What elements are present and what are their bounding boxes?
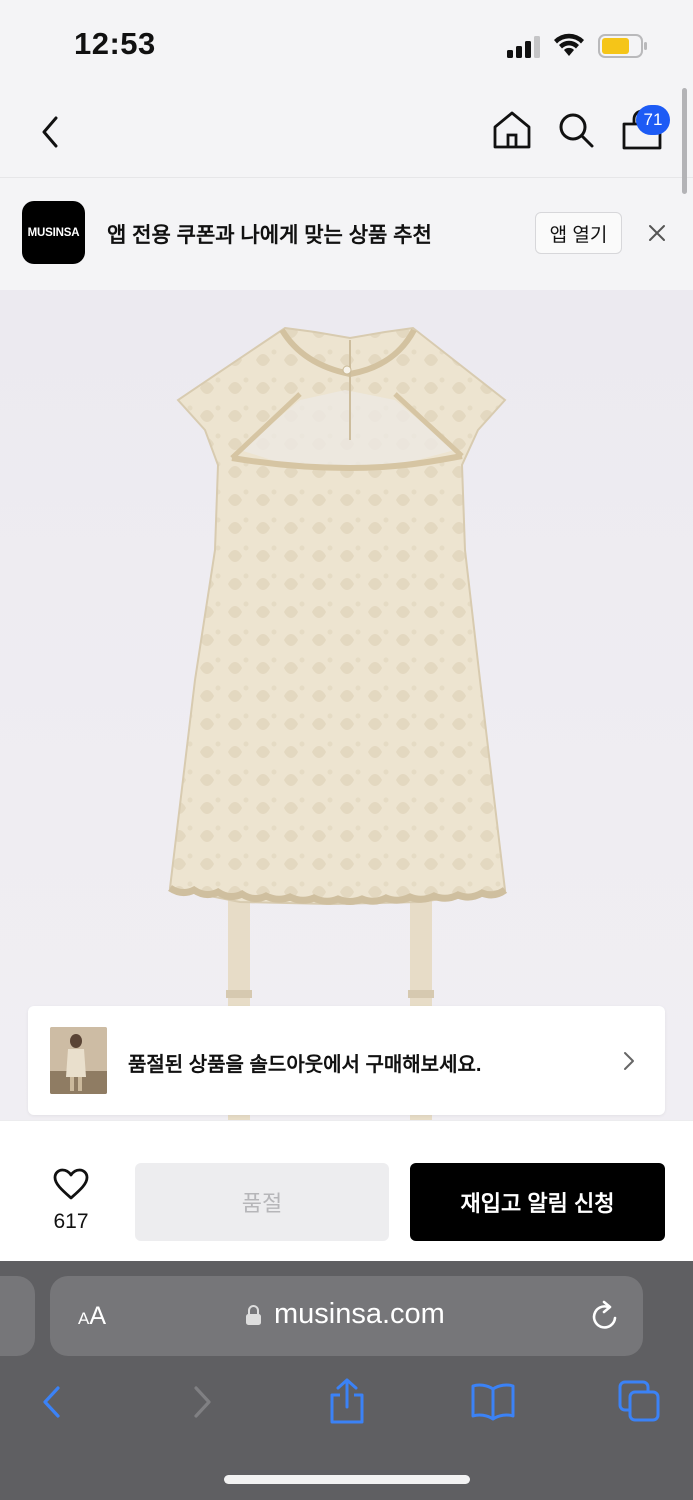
status-time: 12:53	[74, 26, 156, 61]
address-bar[interactable]: AA musinsa.com	[50, 1276, 643, 1356]
home-icon[interactable]	[491, 109, 533, 151]
battery-icon	[598, 34, 647, 58]
home-indicator	[224, 1475, 470, 1484]
model-thumbnail-icon	[50, 1027, 107, 1094]
soldout-button: 품절	[135, 1163, 389, 1241]
browser-back-icon[interactable]	[38, 1382, 66, 1422]
cart-badge: 71	[636, 105, 670, 135]
browser-toolbar: AA musinsa.com	[0, 1261, 693, 1500]
dress-illustration	[168, 326, 508, 1120]
status-bar: 12:53	[0, 0, 693, 92]
page-scrollbar[interactable]	[682, 88, 687, 194]
close-icon[interactable]	[646, 222, 668, 244]
restock-alert-button[interactable]: 재입고 알림 신청	[410, 1163, 665, 1241]
heart-icon[interactable]	[52, 1167, 90, 1201]
product-image[interactable]	[0, 290, 693, 1120]
bookmarks-icon[interactable]	[470, 1381, 516, 1421]
nav-header	[0, 92, 693, 178]
banner-message: 앱 전용 쿠폰과 나에게 맞는 상품 추천	[107, 224, 432, 247]
back-icon[interactable]	[36, 112, 66, 152]
like-count: 617	[53, 1210, 89, 1233]
reload-icon[interactable]	[590, 1300, 620, 1332]
cellular-signal-icon	[507, 36, 540, 58]
app-install-banner: MUSINSA 앱 전용 쿠폰과 나에게 맞는 상품 추천 앱 열기	[0, 178, 693, 290]
aa-large: A	[89, 1302, 107, 1330]
wifi-icon	[554, 33, 584, 56]
share-icon[interactable]	[327, 1377, 367, 1425]
soldout-promo-text: 품절된 상품을 솔드아웃에서 구매해보세요.	[128, 1054, 482, 1076]
previous-tab-preview[interactable]	[0, 1276, 35, 1356]
reader-options-button[interactable]: AA	[78, 1302, 106, 1331]
url-text: musinsa.com	[274, 1298, 445, 1330]
purchase-action-bar: 617 품절 재입고 알림 신청	[0, 1120, 693, 1261]
soldout-thumbnail	[50, 1027, 107, 1094]
search-icon[interactable]	[556, 110, 596, 150]
open-app-button[interactable]: 앱 열기	[535, 212, 622, 254]
tabs-icon[interactable]	[617, 1379, 661, 1423]
browser-forward-icon[interactable]	[188, 1382, 216, 1422]
musinsa-logo: MUSINSA	[22, 201, 85, 264]
aa-small: A	[78, 1309, 90, 1328]
lock-icon	[246, 1305, 261, 1325]
soldout-promo-card[interactable]: 품절된 상품을 솔드아웃에서 구매해보세요.	[28, 1006, 665, 1115]
chevron-right-icon	[624, 1052, 634, 1070]
